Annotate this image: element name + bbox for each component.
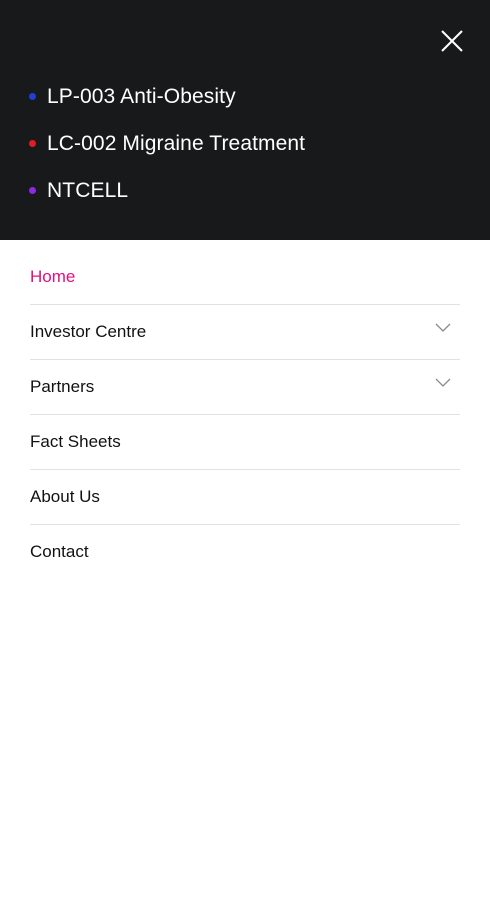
pipeline-label: LP-003 Anti-Obesity bbox=[47, 84, 236, 108]
menu-label: Home bbox=[30, 267, 76, 286]
menu-label: Fact Sheets bbox=[30, 432, 121, 451]
menu-label: About Us bbox=[30, 487, 100, 506]
chevron-down-icon[interactable] bbox=[435, 378, 451, 388]
main-menu: Home Investor Centre Partners Fact Sheet… bbox=[30, 250, 460, 579]
menu-item-home[interactable]: Home bbox=[30, 250, 460, 305]
close-button[interactable] bbox=[437, 26, 467, 56]
pipeline-label: LC-002 Migraine Treatment bbox=[47, 131, 306, 155]
bullet-icon bbox=[29, 93, 36, 100]
pipeline-label: NTCELL bbox=[47, 178, 129, 202]
menu-item-about-us[interactable]: About Us bbox=[30, 470, 460, 525]
pipeline-item-lc002[interactable]: LC-002 Migraine Treatment bbox=[29, 120, 305, 167]
menu-item-fact-sheets[interactable]: Fact Sheets bbox=[30, 415, 460, 470]
pipeline-item-ntcell[interactable]: NTCELL bbox=[29, 167, 305, 214]
pipeline-item-lp003[interactable]: LP-003 Anti-Obesity bbox=[29, 73, 305, 120]
bullet-icon bbox=[29, 140, 36, 147]
chevron-down-icon[interactable] bbox=[435, 323, 451, 333]
pipeline-list: LP-003 Anti-Obesity LC-002 Migraine Trea… bbox=[29, 73, 305, 214]
menu-item-contact[interactable]: Contact bbox=[30, 525, 460, 579]
pipeline-panel: LP-003 Anti-Obesity LC-002 Migraine Trea… bbox=[0, 0, 490, 240]
bullet-icon bbox=[29, 187, 36, 194]
menu-label: Investor Centre bbox=[30, 322, 147, 341]
close-icon bbox=[441, 30, 463, 52]
menu-label: Partners bbox=[30, 377, 95, 396]
menu-item-investor-centre[interactable]: Investor Centre bbox=[30, 305, 460, 360]
menu-label: Contact bbox=[30, 542, 89, 561]
menu-item-partners[interactable]: Partners bbox=[30, 360, 460, 415]
